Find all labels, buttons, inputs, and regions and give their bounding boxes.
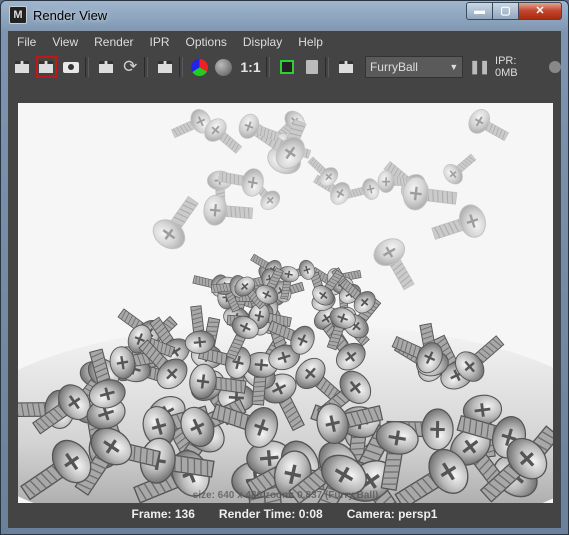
render-image-viewport[interactable]: size: 640 x 480 zoom: 0.837 (Furry Ball) [18, 103, 553, 503]
snapshot-icon [63, 61, 80, 73]
render-region-button[interactable] [35, 56, 58, 78]
maximize-button[interactable]: ▢ [493, 2, 519, 20]
menu-bar: File View Render IPR Options Display Hel… [8, 31, 561, 53]
ipr-status-indicator [549, 61, 562, 73]
render-time: Render Time: 0:08 [218, 507, 323, 521]
title-bar[interactable]: M Render View ▬ ▢ ✕ [1, 1, 568, 29]
redo-render-icon [14, 61, 29, 73]
close-button[interactable]: ✕ [519, 2, 562, 20]
refresh-icon: ⟳ [123, 57, 138, 76]
real-size-button[interactable]: 1:1 [238, 56, 264, 78]
menu-ipr[interactable]: IPR [141, 35, 177, 49]
window-title: Render View [33, 7, 108, 23]
keep-image-button[interactable] [276, 56, 298, 78]
toolbar-separator [178, 57, 183, 77]
window-controls: ▬ ▢ ✕ [466, 2, 562, 20]
render-settings-icon [157, 61, 172, 73]
toolbar: ⟳ 1:1 FurryBall ▼ ❚❚ IPR: 0MB [8, 53, 562, 81]
ipr-render-icon [98, 61, 113, 73]
maya-app-icon: M [9, 6, 27, 24]
render-settings-button[interactable] [154, 56, 176, 78]
redo-render-button[interactable] [11, 56, 33, 78]
camera-name: Camera: persp1 [346, 507, 438, 521]
menu-help[interactable]: Help [289, 35, 330, 49]
ipr-render-button[interactable] [95, 56, 117, 78]
status-bar: Frame: 136 Render Time: 0:08 Camera: per… [8, 503, 561, 525]
menu-options[interactable]: Options [177, 35, 234, 49]
renderer-dropdown-value: FurryBall [369, 60, 418, 74]
chevron-down-icon: ▼ [449, 62, 459, 72]
frame-number: Frame: 136 [131, 507, 195, 521]
refresh-button[interactable]: ⟳ [119, 56, 141, 78]
alpha-channel-icon [215, 58, 233, 76]
render-options-button[interactable] [335, 56, 357, 78]
toolbar-separator [325, 57, 330, 77]
snapshot-button[interactable] [60, 56, 82, 78]
menu-render[interactable]: Render [85, 35, 140, 49]
alpha-channel-button[interactable] [213, 56, 235, 78]
window-client-area: File View Render IPR Options Display Hel… [8, 31, 562, 528]
rgb-channels-icon [190, 58, 208, 76]
menu-file[interactable]: File [8, 35, 43, 49]
render-region-icon [39, 61, 54, 73]
renderer-dropdown[interactable]: FurryBall ▼ [364, 56, 464, 78]
render-view-window: M Render View ▬ ▢ ✕ File View Render IPR… [0, 0, 569, 535]
render-options-icon [339, 61, 354, 73]
toolbar-separator [266, 57, 271, 77]
toolbar-separator [144, 57, 148, 77]
toolbar-separator [84, 57, 89, 77]
render-info-overlay: size: 640 x 480 zoom: 0.837 (Furry Ball) [192, 490, 379, 501]
pause-icon[interactable]: ❚❚ [469, 59, 490, 75]
menu-display[interactable]: Display [234, 35, 289, 49]
minimize-button[interactable]: ▬ [466, 2, 493, 20]
rgb-channels-button[interactable] [189, 56, 211, 78]
trash-icon [305, 60, 318, 74]
ipr-memory-label: IPR: 0MB [495, 55, 518, 79]
menu-view[interactable]: View [43, 35, 85, 49]
remove-image-button[interactable] [301, 56, 323, 78]
rendered-screws-image [18, 103, 553, 503]
keep-image-icon [280, 60, 295, 74]
